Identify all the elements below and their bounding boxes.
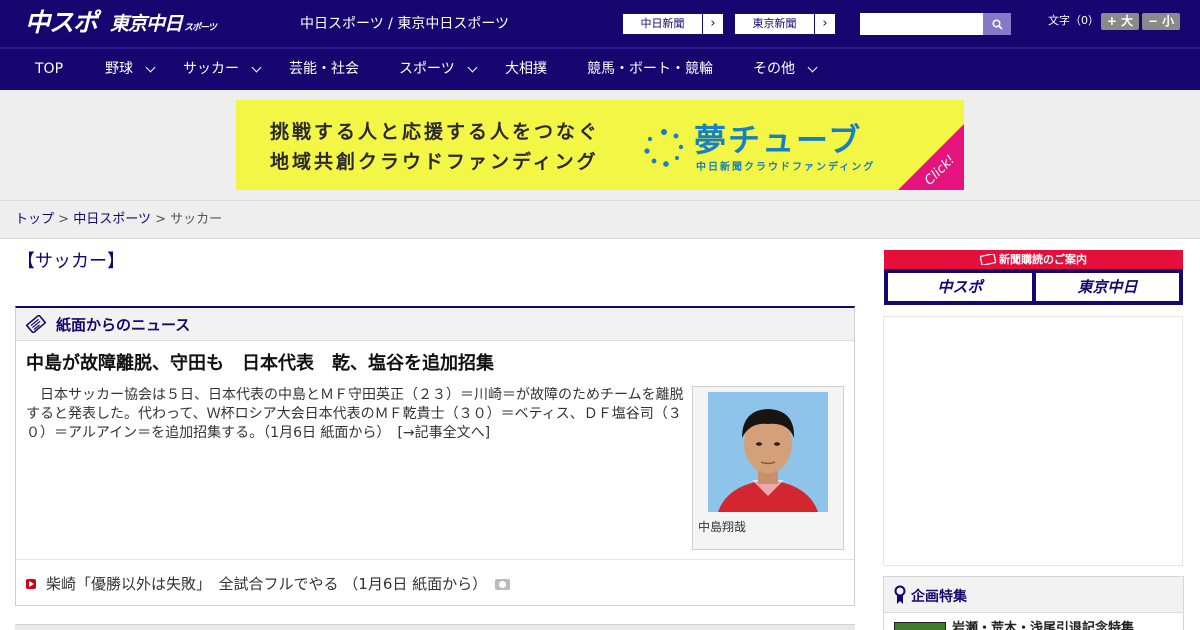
- tokyo-chunichi-logo[interactable]: 東京中日 スポーツ: [110, 9, 217, 39]
- page-title: 【サッカー】: [17, 251, 125, 272]
- dots-ring-icon: [644, 129, 684, 167]
- search-button[interactable]: [983, 13, 1011, 35]
- chuspo-logo[interactable]: 中スポ: [25, 8, 98, 38]
- banner-brand-sub: 中日新聞クラウドファンディング: [696, 162, 876, 173]
- nav-label: 野球: [105, 61, 133, 77]
- breadcrumb: トップ > 中日スポーツ > サッカー: [15, 211, 222, 229]
- breadcrumb-home-link[interactable]: トップ: [15, 212, 54, 227]
- ticket-icon: [979, 252, 997, 267]
- next-section-edge: [15, 624, 855, 630]
- read-full-article-link[interactable]: [→記事全文へ]: [397, 425, 490, 441]
- tokyo-chunichi-logo-small: スポーツ: [184, 23, 217, 33]
- feature-item-link[interactable]: 岩瀬・荒木・浅尾引退記念特集: [952, 621, 1134, 630]
- font-size-down-button[interactable]: − 小: [1142, 13, 1180, 30]
- chevron-down-icon: [145, 62, 156, 73]
- news-section: 紙面からのニュース 中島が故障離脱、守田も 日本代表 乾、塩谷を追加招集 日本サ…: [15, 306, 855, 606]
- nav-label: スポーツ: [399, 61, 455, 77]
- news-section-header: 紙面からのニュース: [16, 308, 854, 341]
- related-news-item[interactable]: 柴崎「優勝以外は失敗」 全試合フルでやる （1月6日 紙面から）: [26, 574, 511, 594]
- chevron-down-icon: [251, 62, 262, 73]
- banner-line-1: 挑戦する人と応援する人をつなぐ: [270, 121, 601, 143]
- feature-section: 企画特集 岩瀬・荒木・浅尾引退記念特集: [883, 576, 1184, 630]
- breadcrumb-section-link[interactable]: 中日スポーツ: [73, 212, 151, 227]
- subscription-heading: 新聞購読のご案内: [884, 250, 1183, 269]
- chevron-down-icon: [467, 62, 478, 73]
- feature-section-title: 企画特集: [911, 589, 967, 605]
- tokyo-shimbun-label: 東京新聞: [735, 14, 815, 34]
- chevron-right-icon: ›: [822, 16, 828, 31]
- nav-item-baseball[interactable]: 野球: [105, 49, 156, 90]
- nav-label: 競馬・ボート・競輪: [587, 61, 713, 77]
- tokyo-chunichi-logo-text: 東京中日: [110, 13, 183, 35]
- nav-item-soccer[interactable]: サッカー: [183, 49, 262, 90]
- player-photo[interactable]: [708, 392, 828, 512]
- play-bullet-icon: [26, 579, 36, 589]
- article-summary: 日本サッカー協会は５日、日本代表の中島とＭＦ守田英正（２３）＝川崎＝が故障のため…: [26, 386, 686, 443]
- nav-label: 芸能・社会: [289, 61, 359, 77]
- search-icon: [991, 18, 1003, 30]
- site-header: 中スポ 東京中日 スポーツ 中日スポーツ / 東京中日スポーツ 中日新聞 › 東京…: [0, 0, 1200, 47]
- nav-label: TOP: [35, 61, 64, 77]
- banner-line-2: 地域共創クラウドファンディング: [270, 151, 599, 173]
- nav-item-sports[interactable]: スポーツ: [399, 49, 478, 90]
- main-nav: TOP 野球 サッカー 芸能・社会 スポーツ 大相撲 競馬・ボート・競輪 その他: [0, 47, 1200, 90]
- subscription-promo: 新聞購読のご案内 中スポ 東京中日: [884, 250, 1183, 305]
- search-input[interactable]: [860, 13, 983, 35]
- medal-icon: [894, 585, 906, 604]
- chevron-right-icon: ›: [710, 16, 716, 31]
- article-photo-box: 中島翔哉: [692, 386, 844, 550]
- related-news-text: 柴崎「優勝以外は失敗」 全試合フルでやる （1月6日 紙面から）: [46, 575, 488, 593]
- nav-label: サッカー: [183, 61, 239, 77]
- font-size-label: 文字（0）: [1048, 14, 1099, 27]
- divider: [16, 559, 854, 560]
- news-section-title: 紙面からのニュース: [56, 316, 191, 334]
- nav-item-sumo[interactable]: 大相撲: [505, 49, 547, 90]
- chevron-down-icon: [807, 62, 818, 73]
- banner-brand: 夢チューブ: [694, 121, 863, 159]
- nav-label: その他: [753, 61, 795, 77]
- chunichi-shimbun-link[interactable]: 中日新聞 ›: [622, 13, 724, 35]
- nav-label: 大相撲: [505, 61, 547, 77]
- nav-item-entertainment[interactable]: 芸能・社会: [289, 49, 359, 90]
- subscribe-chuspo-button[interactable]: 中スポ: [888, 273, 1032, 301]
- nav-item-top[interactable]: TOP: [35, 49, 63, 90]
- breadcrumb-separator: >: [155, 212, 166, 227]
- breadcrumb-bar: トップ > 中日スポーツ > サッカー: [0, 201, 1200, 239]
- subscription-heading-text: 新聞購読のご案内: [999, 253, 1087, 266]
- tokyo-shimbun-link[interactable]: 東京新聞 ›: [734, 13, 836, 35]
- breadcrumb-separator: >: [58, 212, 70, 227]
- feature-section-header: 企画特集: [884, 577, 1183, 613]
- camera-icon: [495, 578, 511, 590]
- article-title-link[interactable]: 中島が故障離脱、守田も 日本代表 乾、塩谷を追加招集: [26, 352, 494, 376]
- feature-thumbnail[interactable]: [894, 622, 946, 630]
- breadcrumb-current: サッカー: [170, 212, 223, 227]
- ad-slot: [883, 316, 1183, 566]
- photo-caption: 中島翔哉: [698, 520, 747, 534]
- portrait-image: [708, 392, 828, 512]
- subscribe-tokyo-chunichi-button[interactable]: 東京中日: [1036, 273, 1179, 301]
- nav-item-racing[interactable]: 競馬・ボート・競輪: [587, 49, 713, 90]
- site-tagline: 中日スポーツ / 東京中日スポーツ: [300, 16, 510, 32]
- font-size-up-button[interactable]: + 大: [1101, 13, 1139, 30]
- crowdfunding-banner[interactable]: 挑戦する人と応援する人をつなぐ 地域共創クラウドファンディング 夢チューブ 中日…: [236, 100, 964, 190]
- newspaper-icon: [26, 315, 46, 333]
- nav-item-other[interactable]: その他: [753, 49, 818, 90]
- banner-area: 挑戦する人と応援する人をつなぐ 地域共創クラウドファンディング 夢チューブ 中日…: [0, 90, 1200, 201]
- chunichi-shimbun-label: 中日新聞: [623, 14, 703, 34]
- article-body-text: 日本サッカー協会は５日、日本代表の中島とＭＦ守田英正（２３）＝川崎＝が故障のため…: [26, 387, 684, 441]
